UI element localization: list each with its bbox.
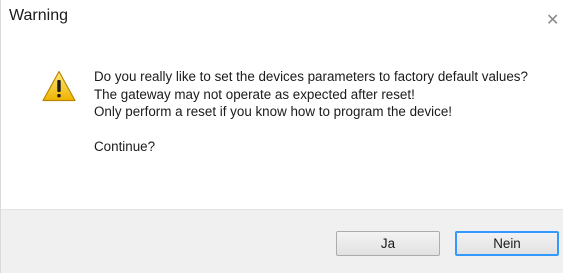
close-icon[interactable]: ✕ bbox=[546, 10, 563, 32]
message-text: Do you really like to set the devices pa… bbox=[94, 68, 549, 156]
message-line-continue: Continue? bbox=[94, 139, 156, 154]
dialog-content: Do you really like to set the devices pa… bbox=[1, 36, 563, 209]
title-bar[interactable]: Warning ✕ bbox=[1, 0, 563, 36]
message-line-caution: Only perform a reset if you know how to … bbox=[94, 104, 452, 119]
window-title: Warning bbox=[9, 7, 68, 24]
message-line-confirm: Do you really like to set the devices pa… bbox=[94, 69, 528, 84]
yes-button[interactable]: Ja bbox=[336, 231, 440, 256]
button-bar: Ja Nein bbox=[1, 209, 563, 273]
warning-dialog: Warning ✕ Do you really like to set the … bbox=[0, 0, 563, 273]
no-button[interactable]: Nein bbox=[455, 231, 559, 256]
warning-icon bbox=[42, 70, 76, 102]
message-line-warning: The gateway may not operate as expected … bbox=[94, 86, 415, 102]
